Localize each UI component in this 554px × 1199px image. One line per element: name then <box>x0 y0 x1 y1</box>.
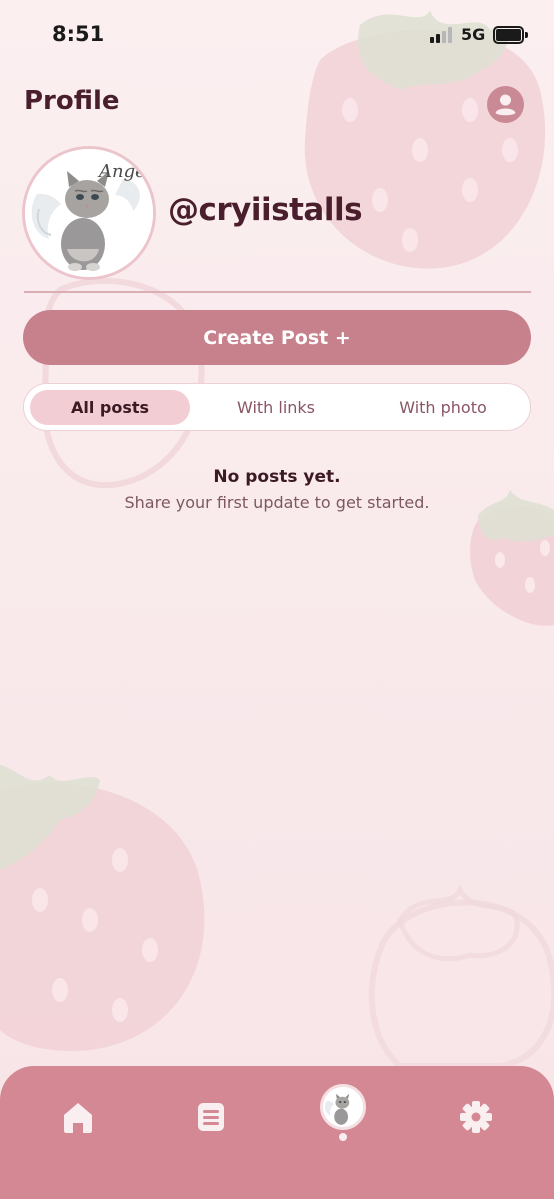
status-time: 8:51 <box>52 22 105 46</box>
post-filter-tabs: All posts With links With photo <box>23 383 531 431</box>
list-icon <box>198 1103 224 1131</box>
empty-state-title: No posts yet. <box>213 467 341 487</box>
tab-all-posts[interactable]: All posts <box>30 390 190 425</box>
nav-home[interactable] <box>56 1095 100 1139</box>
profile-avatar[interactable]: Ange <box>22 146 156 280</box>
status-bar: 8:51 5G <box>0 0 554 70</box>
divider <box>24 291 531 293</box>
bottom-nav <box>0 1066 554 1199</box>
nav-settings[interactable] <box>454 1095 498 1139</box>
nav-profile[interactable] <box>320 1084 366 1130</box>
account-button[interactable] <box>487 86 524 123</box>
tab-with-links[interactable]: With links <box>196 390 356 425</box>
username: @cryiistalls <box>168 192 363 228</box>
page-title: Profile <box>24 86 120 116</box>
network-label: 5G <box>461 25 486 44</box>
account-circle-icon <box>495 94 516 116</box>
tab-with-photo[interactable]: With photo <box>362 390 524 425</box>
active-nav-indicator <box>339 1133 347 1141</box>
avatar-caption: Ange <box>97 161 146 182</box>
battery-icon <box>493 26 528 44</box>
profile-avatar-thumbnail <box>323 1087 363 1127</box>
create-post-button[interactable]: Create Post + <box>23 310 531 365</box>
nav-posts[interactable] <box>189 1095 233 1139</box>
home-icon <box>64 1103 92 1133</box>
gear-icon <box>460 1101 492 1133</box>
empty-state-subtitle: Share your first update to get started. <box>124 493 430 512</box>
signal-icon <box>430 27 454 43</box>
angel-kitten-image: Ange <box>25 149 153 277</box>
